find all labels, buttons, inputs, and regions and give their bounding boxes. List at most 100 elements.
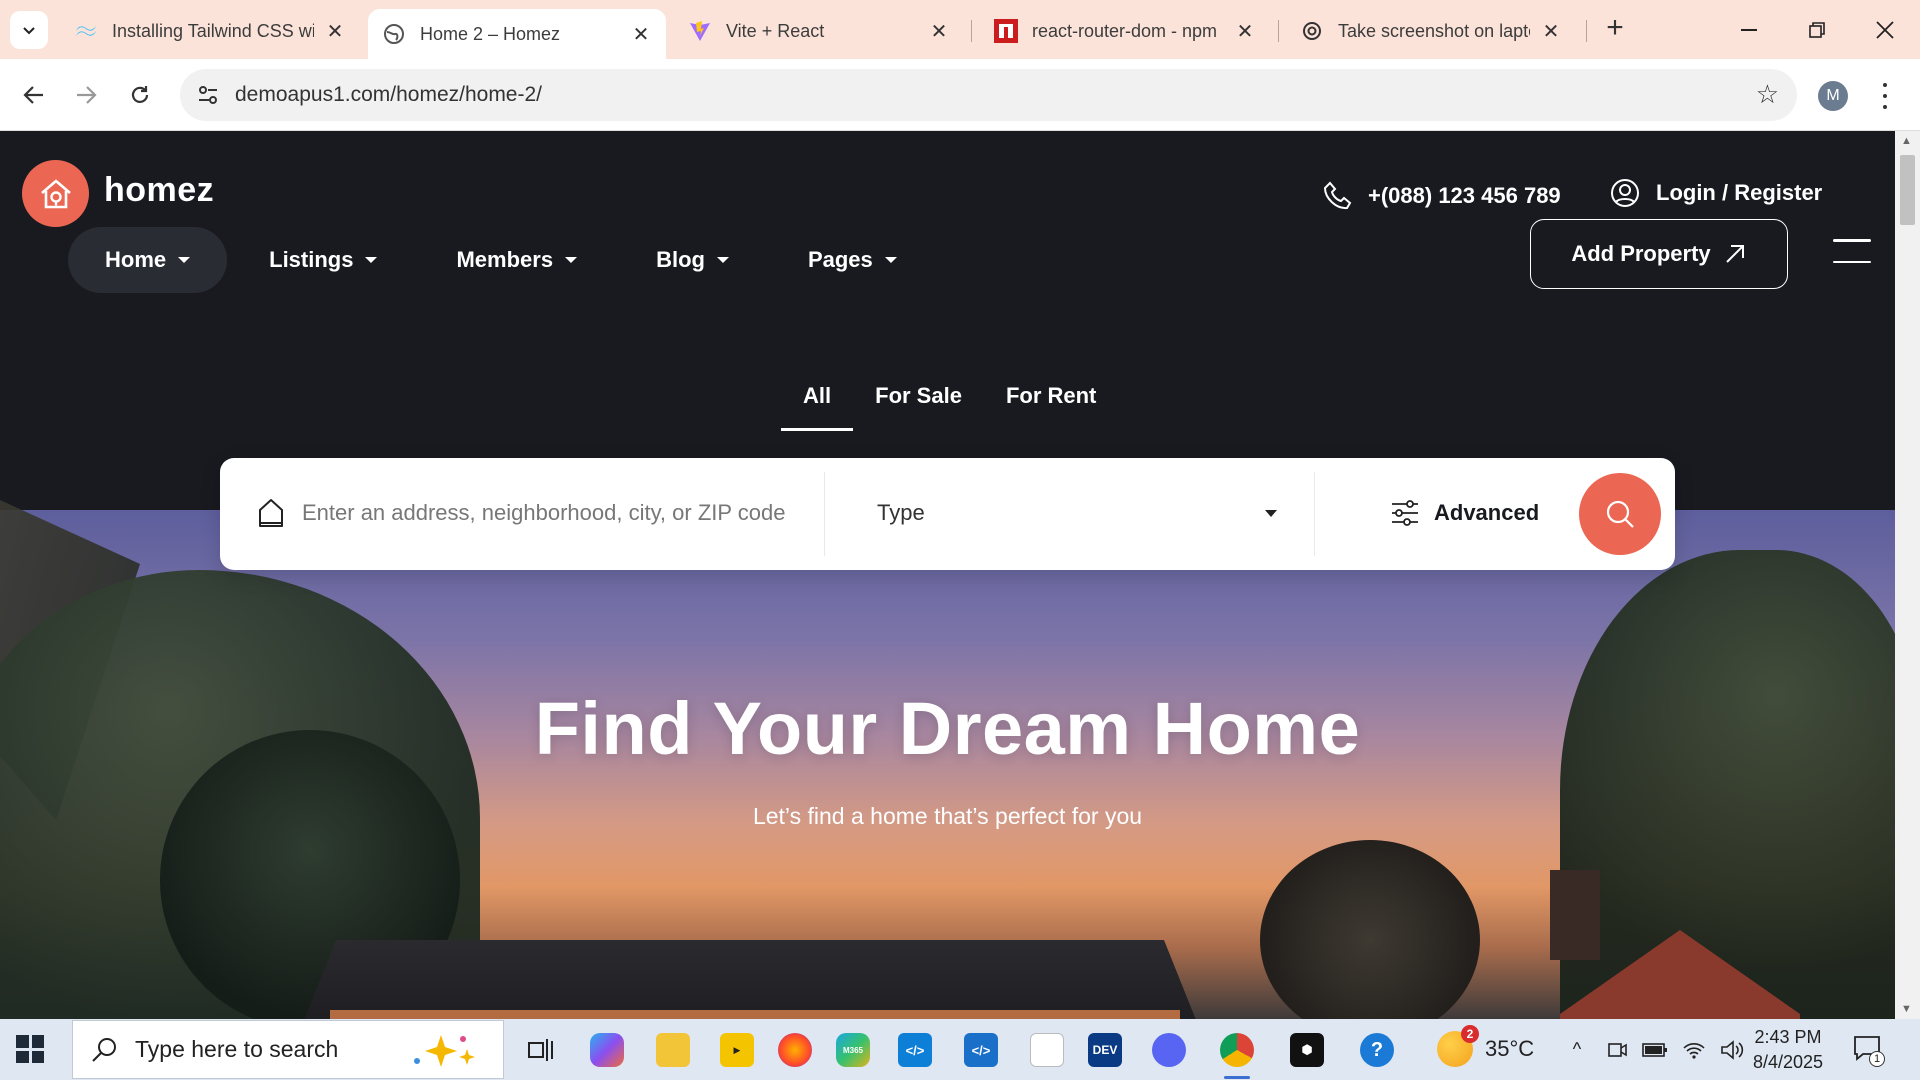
tab-divider: [971, 20, 972, 42]
nav-item-blog[interactable]: Blog: [619, 227, 766, 293]
site-settings-icon[interactable]: [192, 79, 224, 111]
globe-icon: [382, 22, 406, 46]
tab-all[interactable]: All: [781, 371, 854, 431]
close-icon[interactable]: ✕: [1234, 20, 1256, 43]
search-submit-button[interactable]: [1579, 473, 1661, 555]
system-tray: ^: [1562, 1019, 1744, 1080]
nav-item-home[interactable]: Home: [68, 227, 228, 293]
advanced-search-button[interactable]: Advanced: [1390, 490, 1539, 536]
vscode-insiders-icon[interactable]: </>: [964, 1033, 998, 1067]
tab-search-button[interactable]: [10, 11, 48, 49]
tab-title: Home 2 – Homez: [420, 23, 561, 44]
tab-for-sale[interactable]: For Sale: [853, 371, 984, 431]
phone-number: +(088) 123 456 789: [1368, 183, 1561, 208]
vscode-icon[interactable]: </>: [898, 1033, 932, 1067]
browser-tab-npm[interactable]: react-router-dom - npm ✕: [980, 9, 1270, 53]
weather-sun-icon: 2: [1437, 1025, 1479, 1067]
login-register-link[interactable]: Login / Register: [1610, 178, 1822, 208]
browser-menu-button[interactable]: [1875, 79, 1895, 113]
add-property-button[interactable]: Add Property: [1530, 219, 1788, 289]
vite-icon: [688, 19, 712, 43]
chevron-down-icon: [23, 27, 35, 35]
taskbar-clock[interactable]: 2:43 PM 8/4/2025: [1738, 1025, 1838, 1075]
copilot-app-icon[interactable]: [590, 1033, 624, 1067]
notepad-icon[interactable]: [1030, 1033, 1064, 1067]
meet-now-icon[interactable]: [1606, 1039, 1628, 1061]
bookmark-star-icon[interactable]: ☆: [1756, 79, 1779, 110]
page-scrollbar[interactable]: ▲ ▼: [1895, 131, 1920, 1019]
caret-down-icon: [1265, 509, 1277, 517]
browser-tab-vite[interactable]: Vite + React ✕: [674, 9, 964, 53]
chrome-icon[interactable]: [1220, 1033, 1254, 1079]
profile-avatar[interactable]: M: [1818, 81, 1848, 111]
arrow-right-icon: [77, 86, 97, 104]
scroll-down-icon[interactable]: ▼: [1901, 1003, 1912, 1015]
clock-date: 8/4/2025: [1752, 1052, 1824, 1072]
terminal-app-icon[interactable]: ⬢: [1290, 1033, 1324, 1067]
hero-subtitle: Let’s find a home that’s perfect for you: [752, 803, 1143, 829]
wifi-icon[interactable]: [1682, 1040, 1706, 1060]
close-icon[interactable]: ✕: [1540, 20, 1562, 43]
forward-button[interactable]: [66, 75, 106, 115]
caret-down-icon: [178, 257, 191, 263]
main-navigation: Home Listings Members Blog Pages: [68, 227, 939, 293]
restore-icon: [1809, 22, 1825, 38]
scroll-up-icon[interactable]: ▲: [1901, 135, 1912, 147]
chevron-up-icon[interactable]: ^: [1562, 1039, 1592, 1060]
home-location-icon: [259, 499, 283, 527]
close-icon: [1876, 21, 1894, 39]
close-icon[interactable]: ✕: [928, 20, 950, 43]
scrollbar-thumb[interactable]: [1900, 155, 1915, 225]
hamburger-menu-icon[interactable]: [1833, 239, 1871, 263]
arrow-left-icon: [23, 86, 43, 104]
battery-icon[interactable]: [1642, 1041, 1668, 1059]
minimize-button[interactable]: [1726, 12, 1772, 48]
close-icon[interactable]: ✕: [324, 20, 346, 43]
caret-down-icon: [365, 257, 378, 263]
windows-start-icon[interactable]: [16, 1035, 44, 1063]
homez-logo-icon[interactable]: [22, 160, 89, 227]
notification-center-icon[interactable]: 1: [1853, 1035, 1885, 1067]
task-view-icon[interactable]: [524, 1033, 558, 1067]
help-icon[interactable]: ?: [1360, 1033, 1394, 1067]
weather-widget[interactable]: 2 35°C: [1437, 1025, 1534, 1067]
tab-title: Installing Tailwind CSS wi: [112, 20, 314, 41]
reload-button[interactable]: [120, 75, 160, 115]
new-tab-button[interactable]: +: [1600, 13, 1630, 44]
taskbar-search-box[interactable]: Type here to search: [72, 1020, 504, 1079]
login-label: Login / Register: [1656, 180, 1823, 205]
search-icon: [1606, 500, 1634, 528]
browser-tab-tailwind[interactable]: Installing Tailwind CSS wi ✕: [60, 9, 360, 53]
discord-icon[interactable]: [1152, 1033, 1186, 1067]
nav-item-listings[interactable]: Listings: [232, 227, 414, 293]
npm-icon: [994, 19, 1018, 43]
restore-button[interactable]: [1794, 12, 1840, 48]
brand-name[interactable]: homez: [104, 171, 214, 210]
browser-toolbar: demoapus1.com/homez/home-2/ ☆ M: [0, 59, 1920, 131]
browser-tab-strip: Installing Tailwind CSS wi ✕ Home 2 – Ho…: [0, 0, 1920, 59]
user-icon: [1611, 179, 1639, 207]
tab-for-rent[interactable]: For Rent: [984, 371, 1118, 431]
firefox-icon[interactable]: [778, 1033, 812, 1067]
browser-tab-chatgpt[interactable]: Take screenshot on lapto ✕: [1286, 9, 1576, 53]
back-button[interactable]: [14, 75, 54, 115]
caret-down-icon: [565, 257, 578, 263]
tab-title: Take screenshot on lapto: [1338, 20, 1530, 41]
header-phone[interactable]: +(088) 123 456 789: [1322, 180, 1561, 212]
close-icon[interactable]: ✕: [630, 23, 652, 46]
close-window-button[interactable]: [1862, 12, 1908, 48]
arrow-up-right-icon: [1725, 245, 1744, 263]
address-bar[interactable]: demoapus1.com/homez/home-2/ ☆: [180, 69, 1797, 121]
browser-tab-homez[interactable]: Home 2 – Homez ✕: [368, 9, 666, 59]
windows-taskbar: Type here to search ▶ M365 </> </> DEV ⬢…: [0, 1019, 1920, 1080]
nav-item-pages[interactable]: Pages: [771, 227, 934, 293]
microsoft-365-icon[interactable]: M365: [836, 1033, 870, 1067]
media-player-icon[interactable]: ▶: [720, 1033, 754, 1067]
dev-cpp-icon[interactable]: DEV: [1088, 1033, 1122, 1067]
address-search-input[interactable]: [302, 490, 792, 536]
chatgpt-icon: [1300, 19, 1324, 43]
copilot-sparkle-icon: [414, 1035, 475, 1067]
file-explorer-icon[interactable]: [656, 1033, 690, 1067]
property-type-select[interactable]: Type: [877, 490, 1277, 536]
nav-item-members[interactable]: Members: [419, 227, 614, 293]
